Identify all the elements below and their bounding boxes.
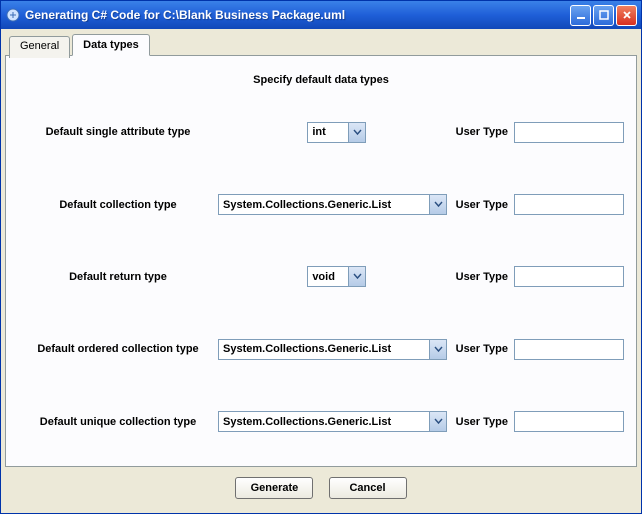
- select-unique-collection[interactable]: System.Collections.Generic.List: [219, 412, 429, 431]
- app-icon: [5, 7, 21, 23]
- row-return-type: Default return type void User Type: [18, 247, 624, 307]
- chevron-down-icon[interactable]: [348, 123, 365, 142]
- label-return-type: Default return type: [18, 271, 218, 283]
- input-user-type-3[interactable]: [514, 266, 624, 287]
- label-ordered-collection: Default ordered collection type: [18, 343, 218, 355]
- window-title: Generating C# Code for C:\Blank Business…: [25, 8, 570, 22]
- combo-ordered-collection[interactable]: System.Collections.Generic.List: [218, 339, 447, 360]
- button-bar: Generate Cancel: [5, 467, 637, 509]
- label-user-type-4: User Type: [456, 343, 508, 355]
- select-return-type[interactable]: void: [308, 267, 348, 286]
- input-user-type-4[interactable]: [514, 339, 624, 360]
- chevron-down-icon[interactable]: [429, 412, 446, 431]
- combo-collection[interactable]: System.Collections.Generic.List: [218, 194, 447, 215]
- combo-unique-collection[interactable]: System.Collections.Generic.List: [218, 411, 447, 432]
- dialog-window: Generating C# Code for C:\Blank Business…: [0, 0, 642, 514]
- row-collection: Default collection type System.Collectio…: [18, 175, 624, 235]
- label-unique-collection: Default unique collection type: [18, 416, 218, 428]
- data-types-panel: Specify default data types Default singl…: [5, 55, 637, 467]
- input-user-type-1[interactable]: [514, 122, 624, 143]
- client-area: General Data types Specify default data …: [1, 29, 641, 513]
- row-ordered-collection: Default ordered collection type System.C…: [18, 319, 624, 379]
- label-user-type-1: User Type: [456, 126, 508, 138]
- window-controls: [570, 5, 637, 26]
- minimize-button[interactable]: [570, 5, 591, 26]
- chevron-down-icon[interactable]: [429, 195, 446, 214]
- chevron-down-icon[interactable]: [429, 340, 446, 359]
- label-single-attribute: Default single attribute type: [18, 126, 218, 138]
- chevron-down-icon[interactable]: [348, 267, 365, 286]
- maximize-button[interactable]: [593, 5, 614, 26]
- input-user-type-5[interactable]: [514, 411, 624, 432]
- close-button[interactable]: [616, 5, 637, 26]
- input-user-type-2[interactable]: [514, 194, 624, 215]
- tabstrip: General Data types: [5, 34, 637, 56]
- generate-button[interactable]: Generate: [235, 477, 313, 499]
- panel-heading: Specify default data types: [6, 56, 636, 96]
- combo-return-type[interactable]: void: [307, 266, 366, 287]
- label-user-type-5: User Type: [456, 416, 508, 428]
- select-ordered-collection[interactable]: System.Collections.Generic.List: [219, 340, 429, 359]
- row-single-attribute: Default single attribute type int User T…: [18, 102, 624, 162]
- combo-single-attribute[interactable]: int: [307, 122, 366, 143]
- row-unique-collection: Default unique collection type System.Co…: [18, 392, 624, 452]
- cancel-button[interactable]: Cancel: [329, 477, 407, 499]
- select-collection[interactable]: System.Collections.Generic.List: [219, 195, 429, 214]
- titlebar[interactable]: Generating C# Code for C:\Blank Business…: [1, 1, 641, 29]
- tab-data-types[interactable]: Data types: [72, 34, 150, 56]
- label-collection: Default collection type: [18, 199, 218, 211]
- select-single-attribute[interactable]: int: [308, 123, 348, 142]
- label-user-type-2: User Type: [456, 199, 508, 211]
- label-user-type-3: User Type: [456, 271, 508, 283]
- tab-general[interactable]: General: [9, 36, 70, 58]
